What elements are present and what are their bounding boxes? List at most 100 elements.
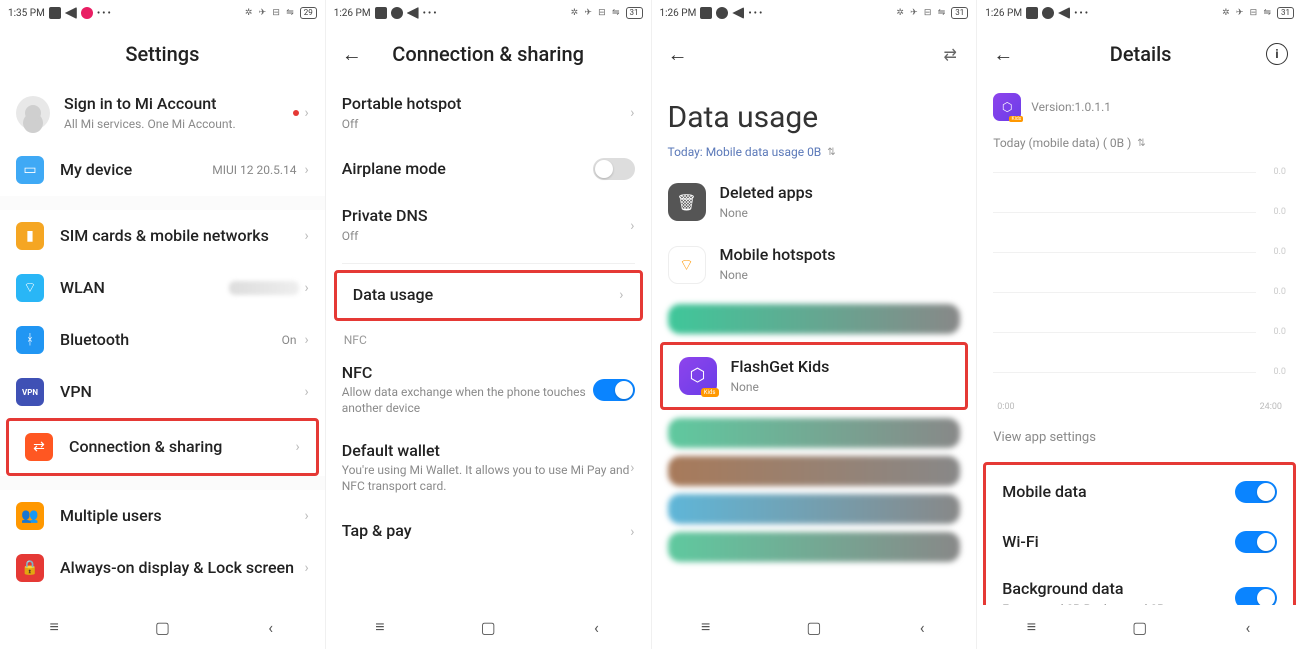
mydevice-title: My device [60,160,212,181]
sim-row[interactable]: ▮ SIM cards & mobile networks › [0,210,325,262]
tap-title: Tap & pay [342,521,631,542]
flashget-icon: ⬡ Kids [679,357,717,395]
sim-icon: ▮ [16,222,44,250]
wlan-blur [229,281,299,295]
connection-sharing-row[interactable]: ⇄ Connection & sharing › [6,418,319,476]
status-bar: 1:26 PM ••• ✲ ✈ ⊟ ⇋ 31 [652,0,977,26]
back-button[interactable]: ← [991,42,1015,66]
chevron-right-icon: › [305,280,309,296]
status-telegram-icon [1042,7,1054,19]
page-title: Connection & sharing [364,42,613,66]
bt-title: Bluetooth [60,330,282,351]
hotspots-title: Mobile hotspots [720,245,961,266]
view-app-settings-row[interactable]: View app settings [977,412,1302,462]
nav-menu-icon[interactable]: ≡ [697,618,715,636]
info-icon[interactable]: i [1266,43,1288,65]
status-right-icons: ✲ ✈ ⊟ ⇋ [245,8,296,18]
flashget-kids-row[interactable]: ⬡ Kids FlashGet Kids None [660,342,969,410]
nav-menu-icon[interactable]: ≡ [371,618,389,636]
status-send-icon [407,7,419,19]
filter-dropdown[interactable]: Today: Mobile data usage 0B ⇅ [652,141,852,171]
nav-bar: ≡ ▢ ‹ [977,605,1302,649]
status-telegram-icon [716,7,728,19]
vpn-title: VPN [60,382,305,403]
wifi-toggle[interactable] [1235,531,1277,553]
header: ← Connection & sharing [326,26,651,82]
chevron-right-icon: › [630,218,634,234]
back-button[interactable]: ← [340,42,364,66]
wlan-row[interactable]: ⌔ WLAN › [0,262,325,314]
status-right-icons: ✲ ✈ ⊟ ⇋ [1222,8,1273,18]
nav-home-icon[interactable]: ▢ [1131,618,1149,636]
nfc-row[interactable]: NFC Allow data exchange when the phone t… [326,351,651,429]
signin-title: Sign in to Mi Account [64,94,293,115]
share-icon: ⇄ [25,433,53,461]
flashget-icon: ⬡ [993,93,1021,121]
chart-filter-dropdown[interactable]: Today (mobile data) ( 0B ) ⇅ [977,132,1161,162]
nav-back-icon[interactable]: ‹ [1239,618,1257,636]
my-device-row[interactable]: ▭ My device MIUI 12 20.5.14 › [0,144,325,196]
panel-settings: 1:35 PM ••• ✲ ✈ ⊟ ⇋ 29 Settings Sign in … [0,0,326,649]
nav-back-icon[interactable]: ‹ [913,618,931,636]
multiple-users-row[interactable]: 👥 Multiple users › [0,490,325,542]
nav-home-icon[interactable]: ▢ [153,618,171,636]
chevron-right-icon: › [305,508,309,524]
nfc-section-label: NFC [326,323,651,351]
nav-home-icon[interactable]: ▢ [479,618,497,636]
nav-back-icon[interactable]: ‹ [587,618,605,636]
blurred-app-row [668,456,961,486]
aod-row[interactable]: 🔒 Always-on display & Lock screen › [0,542,325,594]
ytick: 0.0 [1274,167,1287,177]
nav-back-icon[interactable]: ‹ [262,618,280,636]
mydevice-value: MIUI 12 20.5.14 [212,163,296,177]
wifi-icon: ⌔ [16,274,44,302]
private-dns-row[interactable]: Private DNS Off › [326,194,651,256]
back-button[interactable]: ← [666,42,690,66]
mobile-data-toggle[interactable] [1235,481,1277,503]
vpn-row[interactable]: VPN VPN › [0,366,325,418]
status-time: 1:26 PM [985,8,1022,19]
hotspot-sub: Off [342,117,631,133]
bluetooth-row[interactable]: ᚼ Bluetooth On › [0,314,325,366]
nav-home-icon[interactable]: ▢ [805,618,823,636]
header: Settings [0,26,325,82]
portable-hotspot-row[interactable]: Portable hotspot Off › [326,82,651,144]
airplane-mode-row[interactable]: Airplane mode [326,144,651,194]
pdns-title: Private DNS [342,206,631,227]
battery-icon: 31 [1277,7,1294,19]
airplane-toggle[interactable] [593,158,635,180]
header: ← Details i [977,26,1302,82]
wifi-row[interactable]: Wi-Fi [986,517,1293,567]
chevron-right-icon: › [305,228,309,244]
blurred-app-row [668,494,961,524]
sort-icon: ⇅ [827,147,835,158]
status-bar: 1:35 PM ••• ✲ ✈ ⊟ ⇋ 29 [0,0,325,26]
page-title: Details [1015,42,1266,66]
status-right-icons: ✲ ✈ ⊟ ⇋ [571,8,622,18]
tap-pay-row[interactable]: Tap & pay › [326,507,651,557]
swap-icon[interactable]: ⇄ [938,42,962,66]
nfc-toggle[interactable] [593,379,635,401]
panel-data-usage: 1:26 PM ••• ✲ ✈ ⊟ ⇋ 31 ← ⇄ Data usage To… [652,0,978,649]
mobile-data-row[interactable]: Mobile data [986,467,1293,517]
status-more-icon: ••• [97,8,113,19]
deleted-apps-row[interactable]: 🗑 Deleted apps None [652,171,977,233]
nav-menu-icon[interactable]: ≡ [45,618,63,636]
battery-icon: 31 [626,7,643,19]
connshare-title: Connection & sharing [69,437,296,458]
signin-row[interactable]: Sign in to Mi Account All Mi services. O… [0,82,325,144]
nav-menu-icon[interactable]: ≡ [1022,618,1040,636]
status-time: 1:26 PM [334,8,371,19]
nav-bar: ≡ ▢ ‹ [0,605,325,649]
data-usage-row[interactable]: Data usage › [334,270,643,321]
blurred-app-row [668,418,961,448]
status-bar: 1:26 PM ••• ✲ ✈ ⊟ ⇋ 31 [977,0,1302,26]
blurred-app-row [668,304,961,334]
datausage-title: Data usage [353,285,620,306]
default-wallet-row[interactable]: Default wallet You're using Mi Wallet. I… [326,429,651,507]
wlan-title: WLAN [60,278,229,299]
ytick: 0.0 [1274,247,1287,257]
mobile-hotspots-row[interactable]: ⌔ Mobile hotspots None [652,233,977,295]
chevron-right-icon: › [305,332,309,348]
xtick-end: 24:00 [1260,402,1282,412]
